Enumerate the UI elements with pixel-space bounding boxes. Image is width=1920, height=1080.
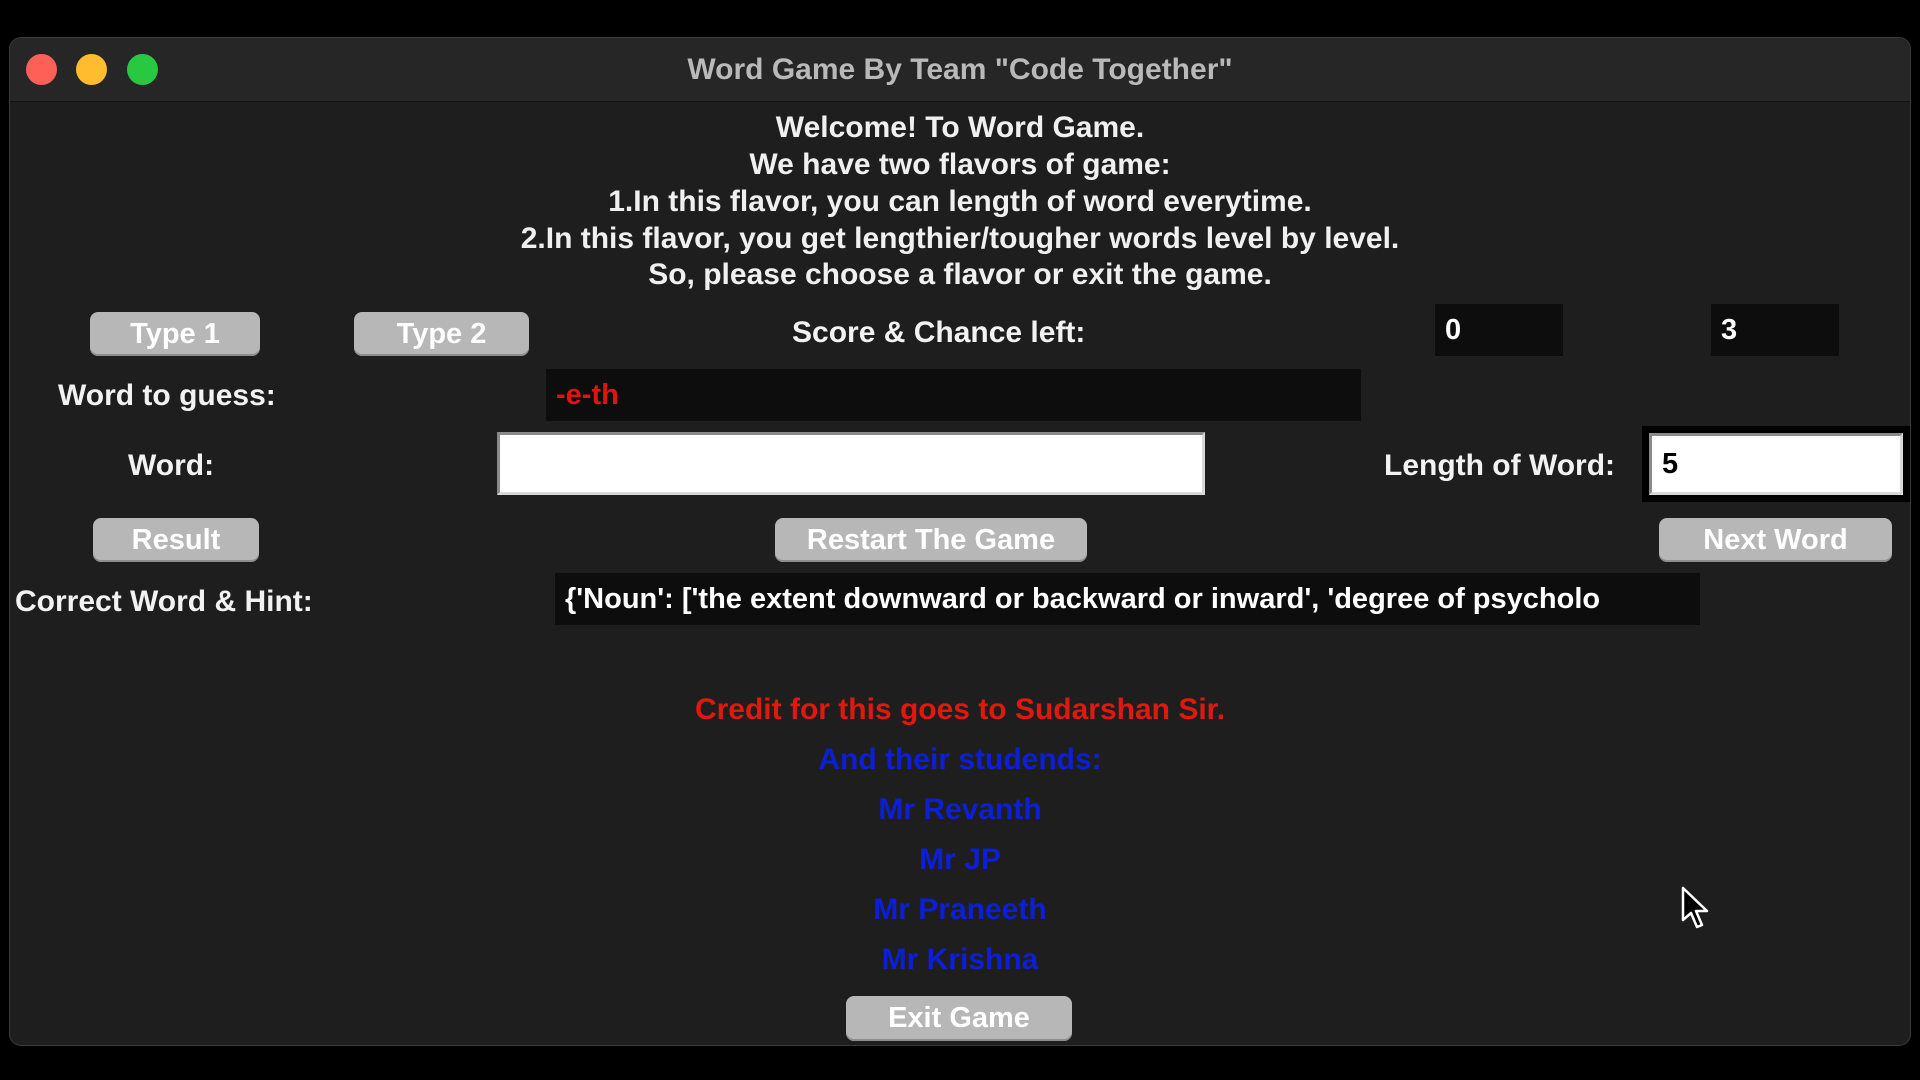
word-label: Word: [128,449,215,482]
exit-game-button[interactable]: Exit Game [846,996,1072,1041]
title-bar: Word Game By Team "Code Together" [10,38,1910,102]
length-of-word-input[interactable]: 5 [1649,433,1903,495]
app-window: Word Game By Team "Code Together" Welcom… [9,37,1911,1046]
word-to-guess-display: -e-th [546,369,1361,421]
student-name: Mr Praneeth [873,893,1047,926]
length-of-word-label: Length of Word: [1384,449,1616,482]
chances-display: 3 [1711,304,1839,356]
hint-display: {'Noun': ['the extent downward or backwa… [555,573,1700,625]
welcome-line-3: 1.In this flavor, you can length of word… [608,185,1312,218]
type-1-button[interactable]: Type 1 [90,312,260,356]
welcome-line-1: Welcome! To Word Game. [775,111,1145,144]
welcome-line-5: So, please choose a flavor or exit the g… [648,258,1272,291]
correct-word-hint-label: Correct Word & Hint: [15,585,313,618]
welcome-line-4: 2.In this flavor, you get lengthier/toug… [520,222,1400,255]
student-name: Mr Revanth [878,793,1042,826]
student-name: Mr Krishna [881,943,1039,976]
credit-line: Credit for this goes to Sudarshan Sir. [694,693,1226,726]
word-to-guess-label: Word to guess: [58,379,276,412]
restart-game-button[interactable]: Restart The Game [775,518,1087,562]
next-word-button[interactable]: Next Word [1659,518,1892,562]
mouse-pointer-icon [1681,886,1715,930]
score-chance-label: Score & Chance left: [792,316,1086,349]
student-name: Mr JP [919,843,1001,876]
result-button[interactable]: Result [93,518,259,562]
word-input[interactable] [497,432,1205,495]
score-display: 0 [1435,304,1563,356]
students-heading: And their studends: [818,743,1102,776]
window-title: Word Game By Team "Code Together" [687,53,1233,86]
welcome-line-2: We have two flavors of game: [749,148,1171,181]
type-2-button[interactable]: Type 2 [354,312,529,356]
